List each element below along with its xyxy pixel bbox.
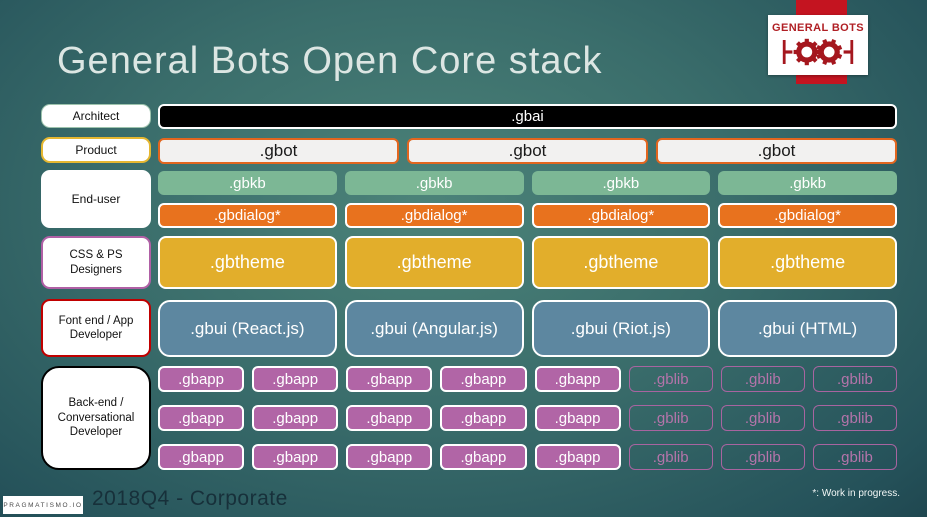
gbapp-box: .gbapp	[440, 366, 527, 392]
role-label-architect: Architect	[41, 104, 151, 128]
gbdialog-row: .gbdialog* .gbdialog* .gbdialog* .gbdialog*	[158, 203, 897, 228]
gbapp-box: .gbapp	[158, 366, 245, 392]
gbapp-box: .gbapp	[440, 444, 527, 470]
gbot-row: .gbot .gbot .gbot	[158, 138, 897, 164]
gblib-box: .gblib	[812, 444, 897, 470]
gblib-box: .gblib	[628, 366, 713, 392]
pragmatismo-badge: PRAGMATISMO.IO	[3, 496, 83, 514]
gbtheme-box: .gbtheme	[344, 236, 524, 289]
pragmatismo-label: PRAGMATISMO.IO	[3, 501, 83, 509]
gbdialog-box: .gbdialog*	[718, 203, 897, 228]
work-in-progress-note: *: Work in progress.	[812, 488, 900, 499]
gbapp-box: .gbapp	[252, 444, 339, 470]
gblib-box: .gblib	[720, 405, 805, 431]
gblib-box: .gblib	[628, 405, 713, 431]
gbapp-box: .gbapp	[346, 366, 433, 392]
gbui-box: .gbui (Angular.js)	[344, 300, 524, 357]
gbui-row: .gbui (React.js) .gbui (Angular.js) .gbui …	[158, 300, 897, 357]
slide-footer-caption: 2018Q4 - Corporate	[92, 487, 288, 510]
gbtheme-row: .gbtheme .gbtheme .gbtheme .gbtheme	[158, 236, 897, 289]
gbapp-gblib-row-3: .gbapp .gbapp .gbapp .gbapp .gbapp .gblib .gbl…	[158, 444, 897, 470]
gbapp-box: .gbapp	[346, 444, 433, 470]
role-label-css-ps-designers: CSS & PS Designers	[41, 236, 151, 289]
gbtheme-box: .gbtheme	[158, 236, 337, 289]
gbot-box: .gbot	[407, 138, 648, 164]
slide-canvas: General Bots Open Core stack GENERAL BOT…	[0, 0, 927, 517]
gbapp-box: .gbapp	[534, 405, 621, 431]
gbai-box: .gbai	[158, 104, 897, 129]
gbot-box: .gbot	[158, 138, 399, 164]
gbapp-box: .gbapp	[252, 366, 339, 392]
role-label-back-end-conversational-developer: Back-end / Conversational Developer	[41, 366, 151, 470]
gbkb-box: .gbkb	[531, 171, 711, 195]
gbtheme-box: .gbtheme	[531, 236, 711, 289]
gbkb-box: .gbkb	[344, 171, 524, 195]
gbapp-box: .gbapp	[158, 405, 245, 431]
gbdialog-box: .gbdialog*	[158, 203, 337, 228]
gbdialog-box: .gbdialog*	[531, 203, 711, 228]
gbapp-box: .gbapp	[440, 405, 527, 431]
gbkb-box: .gbkb	[718, 171, 897, 195]
gbot-box: .gbot	[656, 138, 897, 164]
role-label-end-user: End-user	[41, 170, 151, 228]
gblib-box: .gblib	[720, 444, 805, 470]
gbui-box: .gbui (React.js)	[158, 300, 337, 357]
gbapp-box: .gbapp	[158, 444, 245, 470]
gbapp-box: .gbapp	[346, 405, 433, 431]
gbtheme-box: .gbtheme	[718, 236, 897, 289]
gbapp-box: .gbapp	[534, 366, 621, 392]
role-label-front-end-app-developer: Font end / App Developer	[41, 299, 151, 357]
gbapp-gblib-row-1: .gbapp .gbapp .gbapp .gbapp .gbapp .gblib .gbl…	[158, 366, 897, 392]
gbkb-box: .gbkb	[158, 171, 337, 195]
gbui-box: .gbui (Riot.js)	[531, 300, 711, 357]
gbapp-box: .gbapp	[534, 444, 621, 470]
gbui-box: .gbui (HTML)	[718, 300, 897, 357]
gbai-row: .gbai	[158, 104, 897, 129]
gblib-box: .gblib	[628, 444, 713, 470]
gbapp-gblib-row-2: .gbapp .gbapp .gbapp .gbapp .gbapp .gblib .gbl…	[158, 405, 897, 431]
gbkb-row: .gbkb .gbkb .gbkb .gbkb	[158, 171, 897, 195]
gblib-box: .gblib	[720, 366, 805, 392]
stack-grid: .gbai .gbot .gbot .gbot .gbkb .gbkb .gbkb .gbkb…	[158, 0, 897, 517]
role-label-product: Product	[41, 137, 151, 163]
gblib-box: .gblib	[812, 366, 897, 392]
gblib-box: .gblib	[812, 405, 897, 431]
gbapp-box: .gbapp	[252, 405, 339, 431]
gbdialog-box: .gbdialog*	[344, 203, 524, 228]
